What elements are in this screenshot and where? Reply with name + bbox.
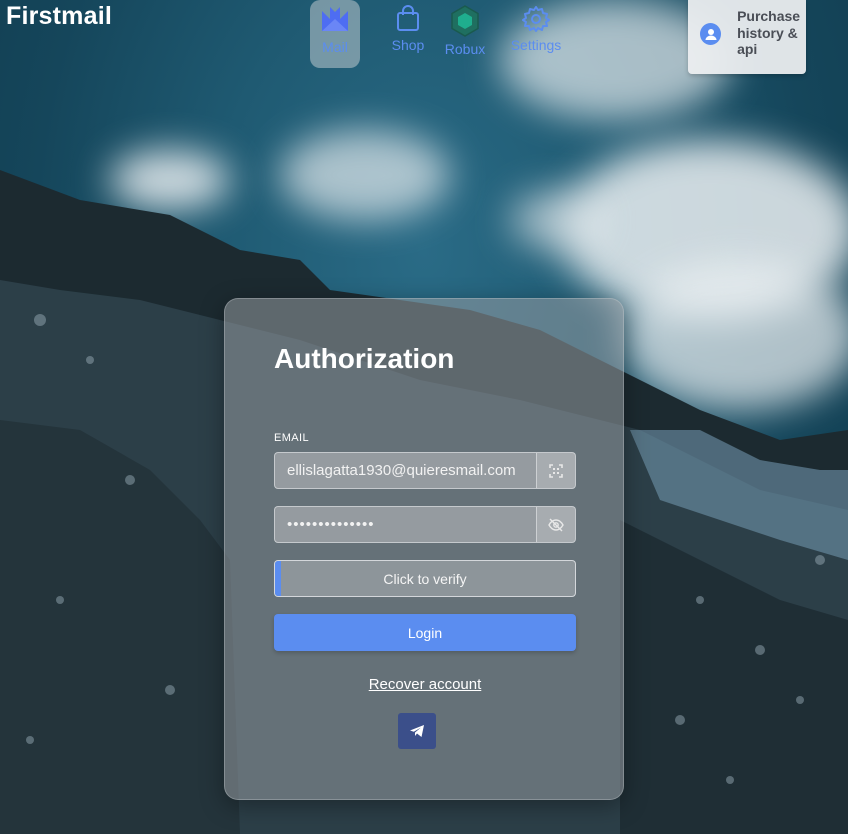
telegram-button[interactable] [398, 713, 436, 749]
email-input[interactable]: ellislagatta1930@quieresmail.com [275, 462, 536, 479]
eye-off-icon [548, 518, 564, 531]
password-input[interactable]: •••••••••••••• [275, 516, 536, 533]
purchase-history-label: Purchase history & api [737, 8, 801, 57]
verify-captcha-button[interactable]: Click to verify [274, 560, 576, 597]
nav-settings[interactable]: Settings [508, 0, 564, 64]
email-label: EMAIL [274, 432, 310, 444]
recover-account-link[interactable]: Recover account [225, 676, 625, 693]
qr-scan-icon [549, 463, 563, 478]
top-nav: Mail Shop Robux Settings [310, 0, 564, 68]
nav-mail-label: Mail [322, 39, 348, 55]
robux-icon [451, 5, 479, 37]
qr-scan-button[interactable] [536, 453, 575, 488]
auth-card: Authorization EMAIL ellislagatta1930@qui… [224, 298, 624, 800]
toggle-password-visibility-button[interactable] [536, 507, 575, 542]
login-button[interactable]: Login [274, 614, 576, 651]
telegram-icon [410, 725, 424, 737]
nav-shop-label: Shop [391, 37, 425, 53]
password-field[interactable]: •••••••••••••• [274, 506, 576, 543]
gear-icon [522, 6, 550, 32]
nav-settings-label: Settings [510, 37, 562, 53]
verify-label: Click to verify [383, 570, 467, 587]
nav-mail[interactable]: Mail [310, 0, 360, 68]
mail-logo-icon [322, 7, 348, 31]
nav-robux-label: Robux [444, 41, 486, 57]
purchase-history-button[interactable]: Purchase history & api [688, 0, 806, 74]
email-field[interactable]: ellislagatta1930@quieresmail.com [274, 452, 576, 489]
verify-progress-bar [275, 561, 281, 596]
brand-logo[interactable]: Firstmail [6, 2, 112, 31]
page-title: Authorization [274, 343, 455, 374]
nav-robux[interactable]: Robux [441, 0, 489, 64]
login-label: Login [407, 624, 443, 641]
nav-shop[interactable]: Shop [388, 0, 428, 64]
user-avatar-icon [700, 23, 722, 45]
shopping-bag-icon [397, 5, 419, 31]
